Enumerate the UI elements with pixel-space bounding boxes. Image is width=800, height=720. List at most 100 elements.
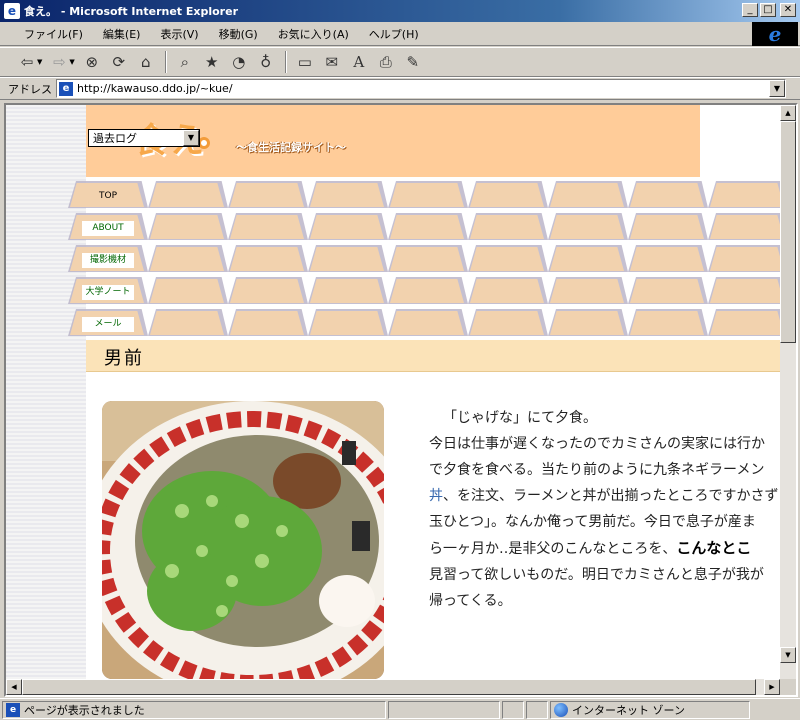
nav-tab-blank <box>708 241 780 273</box>
edit-icon[interactable]: ✎ <box>400 50 426 74</box>
menu-view[interactable]: 表示(V) <box>150 24 208 44</box>
nav-label-about[interactable]: ABOUT <box>82 221 134 236</box>
nav-tab-blank <box>228 209 308 241</box>
nav-tab-equipment[interactable]: 撮影機材 <box>68 241 148 273</box>
nav-tab-blank <box>468 209 548 241</box>
body-line: 「じゃげな」にて夕食。 <box>443 410 597 426</box>
page-done-icon: e <box>6 702 20 717</box>
nav-tab-blank <box>388 305 468 337</box>
nav-tab-blank <box>388 177 468 209</box>
scroll-right-icon[interactable]: ▶ <box>764 679 780 695</box>
stop-icon[interactable]: ⊗ <box>79 50 105 74</box>
fullscreen-icon[interactable]: ▭ <box>292 50 318 74</box>
toolbar-separator <box>164 51 167 73</box>
status-cell-empty <box>526 700 548 719</box>
status-text-cell: e ページが表示されました <box>2 700 386 719</box>
ie-page-icon: e <box>4 3 20 19</box>
nav-tab-blank <box>548 305 628 337</box>
entry-header: 男前 <box>86 340 780 372</box>
font-icon[interactable]: A <box>346 50 372 74</box>
scroll-down-icon[interactable]: ▼ <box>780 647 796 663</box>
internet-zone-icon <box>554 702 568 717</box>
page-icon: e <box>59 81 73 96</box>
channels-icon[interactable]: ♁ <box>253 50 279 74</box>
entry-title: 男前 <box>104 348 144 369</box>
nav-tab-blank <box>388 209 468 241</box>
nav-tab-blank <box>628 305 708 337</box>
nav-label-mail[interactable]: メール <box>82 317 134 332</box>
nav-tab-blank <box>228 241 308 273</box>
nav-tab-blank <box>628 209 708 241</box>
body-line: 見習って欲しいものだ。明日でカミさんと息子が我が <box>429 567 764 583</box>
menu-edit[interactable]: 編集(E) <box>93 24 151 44</box>
status-zone: インターネット ゾーン <box>572 703 685 717</box>
address-url[interactable]: http://kawauso.ddo.jp/~kue/ <box>77 82 233 95</box>
maximize-button[interactable]: □ <box>760 3 776 17</box>
nav-row: 撮影機材 <box>68 241 780 273</box>
status-cell-empty <box>502 700 524 719</box>
nav-tab-blank <box>308 273 388 305</box>
body-line: 帰ってくる。 <box>429 593 512 609</box>
history-icon[interactable]: ◔ <box>226 50 252 74</box>
nav-tab-blank <box>308 177 388 209</box>
nav-tab-blank <box>548 273 628 305</box>
nav-tab-blank <box>308 209 388 241</box>
nav-tab-notebook[interactable]: 大学ノート <box>68 273 148 305</box>
refresh-icon[interactable]: ⟳ <box>106 50 132 74</box>
past-log-value: 過去ログ <box>93 132 137 145</box>
nav-tab-blank <box>548 209 628 241</box>
nav-row: ABOUT <box>68 209 780 241</box>
chevron-down-icon[interactable]: ▼ <box>183 130 199 146</box>
address-label: アドレス <box>8 82 52 96</box>
nav-tab-blank <box>148 209 228 241</box>
menu-favorites[interactable]: お気に入り(A) <box>268 24 359 44</box>
forward-dropdown-icon[interactable]: ▼ <box>69 58 74 66</box>
nav-label-top[interactable]: TOP <box>82 189 134 204</box>
nav-tab-mail[interactable]: メール <box>68 305 148 337</box>
toolbar-separator <box>284 51 287 73</box>
nav-tab-blank <box>628 241 708 273</box>
address-input[interactable]: e http://kawauso.ddo.jp/~kue/ ▼ <box>56 79 786 98</box>
menu-help[interactable]: ヘルプ(H) <box>359 24 429 44</box>
menu-file[interactable]: ファイル(F) <box>14 24 93 44</box>
scroll-up-icon[interactable]: ▲ <box>780 105 796 121</box>
close-button[interactable]: ✕ <box>780 3 796 17</box>
ie-logo-icon: e <box>752 22 798 46</box>
past-log-select[interactable]: 過去ログ ▼ <box>88 129 200 147</box>
nav-tab-blank <box>548 177 628 209</box>
status-cell-empty <box>388 700 500 719</box>
window-title-bar: e 食え。 - Microsoft Internet Explorer _ □ … <box>0 0 800 22</box>
minimize-button[interactable]: _ <box>742 3 758 17</box>
status-zone-cell: インターネット ゾーン <box>550 700 750 719</box>
nav-tab-about[interactable]: ABOUT <box>68 209 148 241</box>
toolbar: ⇦ ▼ ⇨ ▼ ⊗ ⟳ ⌂ ⌕ ★ ◔ ♁ ▭ ✉ A ⎙ ✎ <box>0 47 800 77</box>
nav-tab-blank <box>468 305 548 337</box>
body-link[interactable]: 丼 <box>429 488 443 504</box>
back-dropdown-icon[interactable]: ▼ <box>37 58 42 66</box>
favorites-icon[interactable]: ★ <box>199 50 225 74</box>
nav-tab-blank <box>228 273 308 305</box>
nav-tab-blank <box>708 177 780 209</box>
home-icon[interactable]: ⌂ <box>133 50 159 74</box>
nav-tab-blank <box>308 241 388 273</box>
horizontal-scrollbar[interactable]: ◀ ▶ <box>6 679 780 695</box>
address-dropdown-icon[interactable]: ▼ <box>769 80 785 97</box>
search-icon[interactable]: ⌕ <box>172 50 198 74</box>
nav-tab-blank <box>468 273 548 305</box>
nav-label-equipment[interactable]: 撮影機材 <box>82 253 134 268</box>
print-icon[interactable]: ⎙ <box>373 50 399 74</box>
nav-tab-top[interactable]: TOP <box>68 177 148 209</box>
body-line: 玉ひとつ」。なんか俺って男前だ。今日で息子が産ま <box>429 514 756 530</box>
horizontal-scroll-thumb[interactable] <box>22 679 756 695</box>
nav-tab-blank <box>708 209 780 241</box>
menu-go[interactable]: 移動(G) <box>209 24 268 44</box>
nav-label-notebook[interactable]: 大学ノート <box>82 285 134 300</box>
ramen-photo <box>102 401 384 679</box>
scroll-left-icon[interactable]: ◀ <box>6 679 22 695</box>
body-line: 丼、を注文、ラーメンと丼が出揃ったところですかさず <box>429 483 780 509</box>
vertical-scroll-thumb[interactable] <box>780 121 796 343</box>
mail-icon[interactable]: ✉ <box>319 50 345 74</box>
vertical-scrollbar[interactable]: ▲ ▼ <box>780 105 796 679</box>
menu-bar: ファイル(F) 編集(E) 表示(V) 移動(G) お気に入り(A) ヘルプ(H… <box>0 22 800 46</box>
nav-row: TOP <box>68 177 780 209</box>
